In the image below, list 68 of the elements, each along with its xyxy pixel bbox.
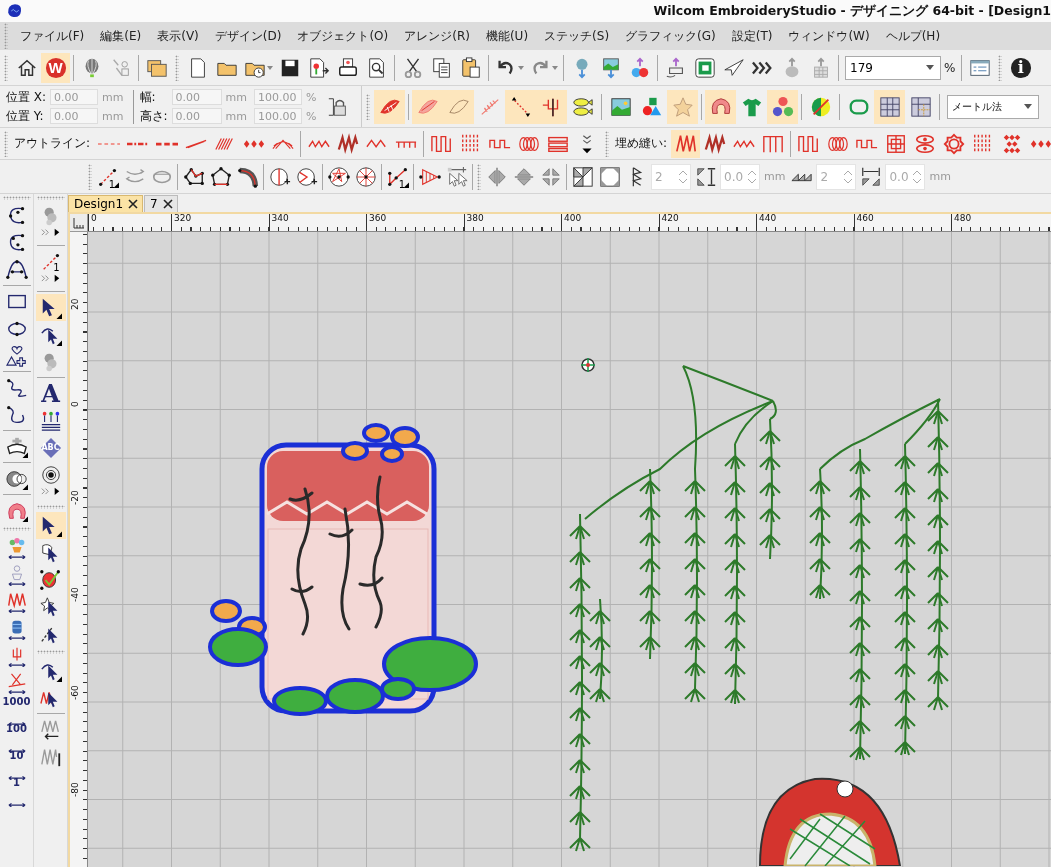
- unit-label: mm: [102, 90, 124, 104]
- unit-label: %: [944, 60, 956, 75]
- unit-label: mm: [929, 170, 951, 183]
- unit-label: mm: [102, 109, 124, 123]
- stitch-count-button[interactable]: 100: [1, 723, 32, 750]
- zoom-dropdown[interactable]: 179: [845, 55, 941, 80]
- unit-label: %: [306, 90, 317, 104]
- document-tab[interactable]: 7: [144, 195, 178, 212]
- zoom-field[interactable]: 179: [850, 60, 926, 75]
- stitch-count-button[interactable]: 10: [1, 750, 32, 777]
- field-label: 高さ:: [139, 107, 168, 125]
- ruler-label: 340: [268, 214, 289, 231]
- dropdown-arrow-icon[interactable]: [1024, 104, 1033, 109]
- menu-item[interactable]: ヘルプ(H): [877, 27, 949, 45]
- menu-item[interactable]: グラフィック(G): [617, 27, 724, 45]
- ruler-label: 360: [366, 214, 387, 231]
- ruler-label: 0: [88, 214, 97, 231]
- document-tab[interactable]: Design1: [68, 195, 144, 212]
- stitch-count-button[interactable]: 1000: [1, 696, 32, 723]
- ruler-label: 460: [853, 214, 874, 231]
- menu-item[interactable]: ステッチ(S): [536, 27, 618, 45]
- menu-item[interactable]: ウィンドウ(W): [780, 27, 878, 45]
- ruler-label: -60: [71, 684, 80, 702]
- ruler-label: 20: [71, 298, 80, 312]
- fork-stitch-icon[interactable]: [536, 89, 568, 124]
- menu-item[interactable]: 編集(E): [92, 27, 150, 45]
- tall-zigzag-stitch-icon[interactable]: [671, 129, 701, 158]
- close-icon[interactable]: [162, 199, 173, 209]
- ruler-label: 320: [171, 214, 192, 231]
- window-title: Wilcom EmbroideryStudio - デザイニング 64-bit - [Design1: [653, 2, 1051, 20]
- ruler-label: 0: [71, 401, 80, 409]
- menu-item[interactable]: アレンジ(R): [396, 27, 478, 45]
- menu-item[interactable]: 表示(V): [149, 27, 207, 45]
- crosshair-cursor-icon: [580, 357, 596, 373]
- ruler-label: -20: [71, 489, 80, 507]
- unit-label: mm: [225, 90, 247, 104]
- field-label: 幅:: [139, 88, 157, 106]
- field-label: 位置 Y:: [6, 107, 45, 125]
- grid-icon[interactable]: [874, 89, 906, 124]
- ruler-label: 420: [658, 214, 679, 231]
- menu-item[interactable]: ファイル(F): [12, 27, 93, 45]
- ruler-label: 380: [463, 214, 484, 231]
- info-button[interactable]: i: [1006, 52, 1036, 83]
- stitch-count-button[interactable]: 1: [1, 777, 32, 804]
- close-icon[interactable]: [128, 199, 139, 209]
- menu-item[interactable]: デザイン(D): [206, 27, 290, 45]
- unit-label: mm: [225, 109, 247, 123]
- units-dropdown[interactable]: メートル法: [947, 94, 1040, 119]
- leaf-fill-stitch-icon[interactable]: [374, 89, 406, 124]
- arch-shape-icon[interactable]: [705, 89, 737, 124]
- logo-button[interactable]: W: [41, 52, 70, 83]
- ruler-label: 440: [756, 214, 777, 231]
- field-label: 位置 X:: [6, 88, 47, 106]
- toolbar-label: アウトライン:: [14, 135, 91, 152]
- ruler-label: -80: [71, 782, 80, 799]
- dropdown-arrow-icon[interactable]: [926, 65, 934, 70]
- menu-item[interactable]: 機能(U): [477, 27, 537, 45]
- unit-label: mm: [764, 170, 786, 183]
- ruler-label: -40: [71, 587, 80, 604]
- toolbar-label: 埋め縫い:: [615, 135, 668, 152]
- unit-label: %: [306, 109, 317, 123]
- app-logo-icon: [6, 2, 24, 20]
- ruler-label: 400: [561, 214, 582, 231]
- text-tool-button[interactable]: A: [35, 380, 66, 407]
- menu-item[interactable]: オブジェクト(O): [289, 27, 397, 45]
- ruler-label: 480: [951, 214, 972, 231]
- colored-circles-icon[interactable]: [767, 89, 799, 124]
- menu-item[interactable]: 設定(T): [723, 27, 781, 45]
